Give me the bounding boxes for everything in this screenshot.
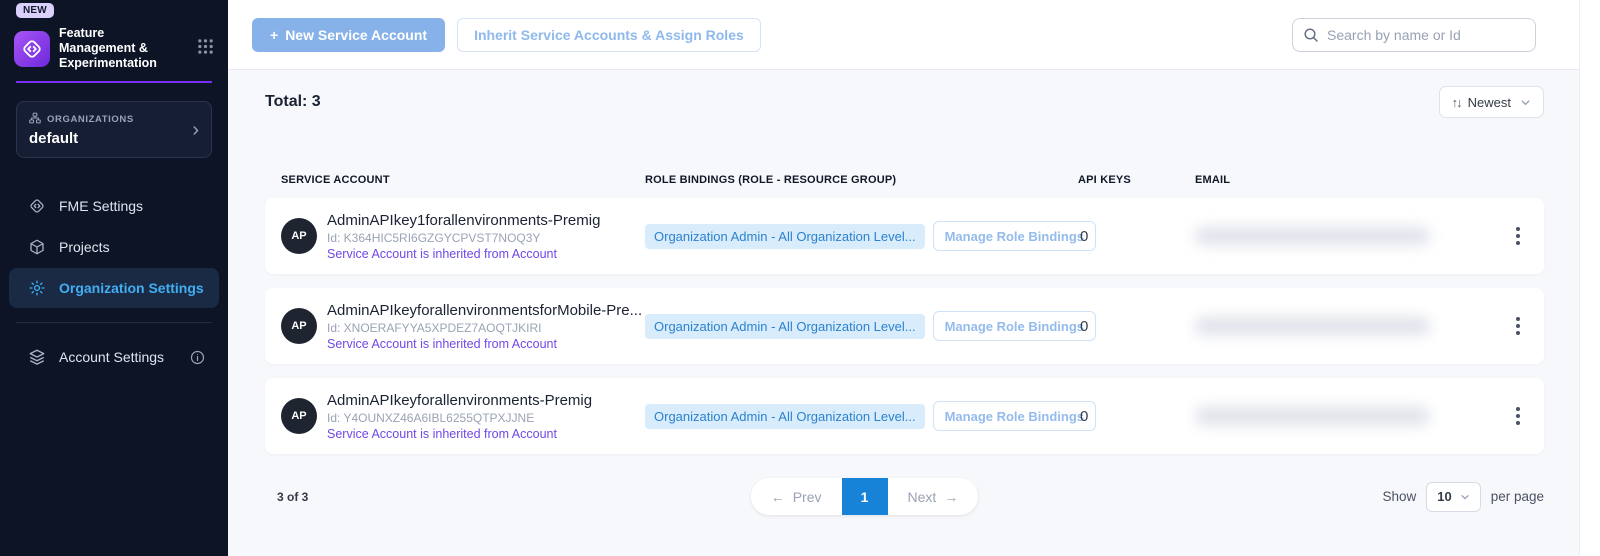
sidebar-item-label: Projects xyxy=(59,239,110,255)
accent-divider xyxy=(16,81,212,83)
prev-page-button[interactable]: ← Prev xyxy=(751,478,842,515)
inherit-service-accounts-button[interactable]: Inherit Service Accounts & Assign Roles xyxy=(457,18,761,52)
service-account-id: Id: XNOERAFYYA5XPDEZ7AOQTJKIRI xyxy=(327,321,642,335)
sidebar-header: NEW Feature Management & Experimentation xyxy=(0,0,228,83)
inherited-link[interactable]: Service Account is inherited from Accoun… xyxy=(327,247,600,261)
sidebar-item-label: Account Settings xyxy=(59,349,164,365)
sidebar-item-account-settings[interactable]: Account Settings xyxy=(9,337,219,377)
email-redacted xyxy=(1195,407,1430,425)
manage-role-bindings-button[interactable]: Manage Role Bindings xyxy=(933,401,1096,431)
total-count: Total: 3 xyxy=(265,93,321,111)
pagination-row: 3 of 3 ← Prev 1 Next → Show 10 xyxy=(265,478,1544,515)
next-label: Next xyxy=(908,489,937,505)
email-redacted xyxy=(1195,317,1430,335)
topbar: + New Service Account Inherit Service Ac… xyxy=(228,0,1579,70)
api-keys-count: 0 xyxy=(1078,408,1195,425)
service-account-name: AdminAPIkeyforallenvironments-Premig xyxy=(327,392,592,409)
organizations-label: ORGANIZATIONS xyxy=(47,114,134,125)
sidebar-divider xyxy=(16,322,212,323)
service-account-id: Id: Y4OUNXZ46A6IBL6255QTPXJJNE xyxy=(327,411,592,425)
table-row: AP AdminAPIkey1forallenvironments-Premig… xyxy=(265,198,1544,274)
arrow-left-icon: ← xyxy=(771,489,785,505)
plus-icon: + xyxy=(270,27,278,43)
sidebar-item-organization-settings[interactable]: Organization Settings xyxy=(9,268,219,308)
chevron-down-icon xyxy=(1520,97,1531,108)
page-size-group: Show 10 per page xyxy=(1382,482,1544,512)
arrow-right-icon: → xyxy=(944,489,958,505)
avatar: AP xyxy=(281,218,317,254)
service-account-name: AdminAPIkeyforallenvironmentsforMobile-P… xyxy=(327,302,642,319)
pager: ← Prev 1 Next → xyxy=(751,478,979,515)
layers-icon xyxy=(28,348,46,366)
show-label: Show xyxy=(1382,489,1416,504)
column-header-role-bindings: ROLE BINDINGS (ROLE - RESOURCE GROUP) xyxy=(645,174,1078,186)
api-keys-count: 0 xyxy=(1078,318,1195,335)
page-size-value: 10 xyxy=(1437,489,1451,504)
inherited-link[interactable]: Service Account is inherited from Accoun… xyxy=(327,337,642,351)
org-hierarchy-icon xyxy=(29,112,41,127)
sidebar-item-label: FME Settings xyxy=(59,198,143,214)
page-size-dropdown[interactable]: 10 xyxy=(1426,482,1480,512)
row-menu-kebab-icon[interactable] xyxy=(1504,312,1532,340)
next-page-button[interactable]: Next → xyxy=(888,478,979,515)
chevron-down-icon xyxy=(1460,492,1470,502)
inherited-link[interactable]: Service Account is inherited from Accoun… xyxy=(327,427,592,441)
per-page-label: per page xyxy=(1491,489,1544,504)
table-row: AP AdminAPIkeyforallenvironments-Premig … xyxy=(265,378,1544,454)
gear-icon xyxy=(28,279,46,297)
column-header-email: EMAIL xyxy=(1195,174,1492,186)
info-icon[interactable] xyxy=(190,350,205,365)
main-area: + New Service Account Inherit Service Ac… xyxy=(228,0,1580,556)
organization-selector[interactable]: ORGANIZATIONS default › xyxy=(16,101,212,158)
app-switcher-icon[interactable] xyxy=(197,38,214,60)
sort-dropdown[interactable]: ↑↓ Newest xyxy=(1439,86,1544,118)
fme-settings-icon xyxy=(28,197,46,215)
search-box[interactable] xyxy=(1292,18,1536,52)
avatar: AP xyxy=(281,308,317,344)
active-page-button[interactable]: 1 xyxy=(842,478,888,515)
service-account-id: Id: K364HIC5RI6GZGYCPVST7NOQ3Y xyxy=(327,231,600,245)
row-menu-kebab-icon[interactable] xyxy=(1504,222,1532,250)
new-badge: NEW xyxy=(16,3,54,18)
app-title: Feature Management & Experimentation xyxy=(59,26,177,71)
cube-icon xyxy=(28,238,46,256)
sort-arrows-icon: ↑↓ xyxy=(1452,95,1461,110)
sidebar-item-fme-settings[interactable]: FME Settings xyxy=(9,186,219,226)
organization-name: default xyxy=(29,130,199,147)
table-row: AP AdminAPIkeyforallenvironmentsforMobil… xyxy=(265,288,1544,364)
content-header: Total: 3 ↑↓ Newest xyxy=(265,70,1544,134)
row-menu-kebab-icon[interactable] xyxy=(1504,402,1532,430)
search-icon xyxy=(1303,27,1319,43)
table-header-row: SERVICE ACCOUNT ROLE BINDINGS (ROLE - RE… xyxy=(265,134,1544,198)
pagination-count: 3 of 3 xyxy=(265,490,445,504)
manage-role-bindings-button[interactable]: Manage Role Bindings xyxy=(933,221,1096,251)
app-logo-icon xyxy=(14,31,50,67)
new-service-account-button[interactable]: + New Service Account xyxy=(252,18,445,52)
api-keys-count: 0 xyxy=(1078,228,1195,245)
sort-value: Newest xyxy=(1468,95,1511,110)
role-binding-badge: Organization Admin - All Organization Le… xyxy=(645,404,925,429)
sidebar-menu: FME Settings Projects Or xyxy=(0,186,228,377)
sidebar: NEW Feature Management & Experimentation xyxy=(0,0,228,556)
column-header-service-account: SERVICE ACCOUNT xyxy=(281,174,645,186)
sidebar-item-label: Organization Settings xyxy=(59,280,204,296)
manage-role-bindings-button[interactable]: Manage Role Bindings xyxy=(933,311,1096,341)
search-input[interactable] xyxy=(1327,27,1525,43)
prev-label: Prev xyxy=(793,489,822,505)
sidebar-item-projects[interactable]: Projects xyxy=(9,227,219,267)
chevron-right-icon: › xyxy=(192,120,199,140)
new-service-account-label: New Service Account xyxy=(285,27,427,43)
email-redacted xyxy=(1195,227,1430,245)
app-root: NEW Feature Management & Experimentation xyxy=(0,0,1600,556)
service-account-name: AdminAPIkey1forallenvironments-Premig xyxy=(327,212,600,229)
role-binding-badge: Organization Admin - All Organization Le… xyxy=(645,224,925,249)
avatar: AP xyxy=(281,398,317,434)
content: Total: 3 ↑↓ Newest SERVICE ACCOUNT ROLE … xyxy=(228,70,1579,556)
role-binding-badge: Organization Admin - All Organization Le… xyxy=(645,314,925,339)
column-header-api-keys: API KEYS xyxy=(1078,174,1195,186)
